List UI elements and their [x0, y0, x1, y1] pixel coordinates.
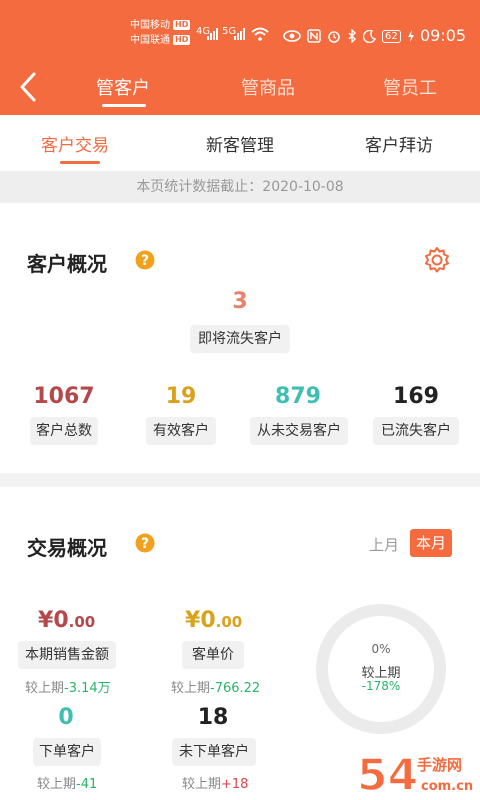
total-customers-label[interactable]: 客户总数 — [30, 417, 98, 445]
tab-manage-staff[interactable]: 管员工 — [383, 74, 437, 100]
app-screen: 中国移动 HD 中国联通 HD 4G 5G 62 09:05 管客户 管商品 管… — [0, 0, 480, 800]
ring-delta: -178% — [361, 679, 401, 693]
compare-label: 较上期 — [25, 681, 65, 696]
signal-icon-2 — [234, 28, 245, 40]
active-subtab-indicator — [60, 161, 100, 164]
unit-price-compare: 较上期-766.22 — [171, 677, 260, 696]
svg-text:com.cn: com.cn — [421, 779, 473, 794]
moon-icon — [363, 29, 376, 43]
site-watermark-logo: 54 手游网 com.cn — [356, 749, 473, 800]
charging-icon — [407, 30, 414, 42]
hd-badge-1: HD — [173, 20, 191, 30]
losing-customers-value: 3 — [232, 289, 248, 314]
carrier-1: 中国移动 — [130, 20, 170, 31]
ordered-customers-label[interactable]: 下单客户 — [33, 738, 101, 766]
valid-customers-value: 19 — [165, 384, 197, 409]
nfc-icon — [307, 29, 321, 43]
sales-amount-dec: .00 — [68, 613, 96, 631]
never-traded-label[interactable]: 从未交易客户 — [250, 417, 348, 445]
ordered-customers-value: 0 — [58, 705, 74, 730]
compare-label: 较上期 — [37, 777, 77, 792]
ordered-compare: 较上期-41 — [37, 773, 97, 792]
unit-price-compare-value: -766.22 — [210, 681, 261, 696]
status-icons: 62 — [283, 27, 415, 45]
period-last-month[interactable]: 上月 — [369, 534, 399, 555]
help-icon[interactable]: ? — [135, 250, 155, 270]
currency-symbol: ¥ — [38, 608, 54, 633]
not-ordered-label[interactable]: 未下单客户 — [172, 738, 256, 766]
tab-manage-products[interactable]: 管商品 — [241, 74, 295, 100]
svg-text:手游网: 手游网 — [417, 756, 462, 774]
active-tab-indicator — [102, 104, 146, 107]
status-bar: 中国移动 HD 中国联通 HD 4G 5G 62 09:05 — [0, 18, 480, 54]
trade-overview-title: 交易概况 — [27, 536, 107, 560]
compare-label: 较上期 — [182, 777, 222, 792]
lost-customers-value: 169 — [393, 384, 439, 409]
compare-label: 较上期 — [171, 681, 211, 696]
customer-overview-card: 客户概况 ? 3 即将流失客户 1067 客户总数 19 有效客户 879 从未… — [0, 203, 480, 473]
valid-customers-label[interactable]: 有效客户 — [146, 417, 216, 445]
sales-compare-value: -3.14万 — [64, 681, 111, 696]
sales-amount-int: 0 — [53, 608, 69, 633]
carrier-info: 中国移动 HD 中国联通 HD — [130, 18, 191, 48]
not-ordered-value: 18 — [197, 705, 229, 730]
ring-percent: 0% — [371, 642, 391, 656]
top-nav: 管客户 管商品 管员工 — [0, 70, 480, 108]
subtab-customer-trade[interactable]: 客户交易 — [41, 131, 109, 156]
hd-badge-2: HD — [173, 35, 191, 45]
sales-compare: 较上期-3.14万 — [25, 677, 111, 696]
unit-price-int: 0 — [200, 608, 216, 633]
svg-text:?: ? — [141, 253, 149, 269]
clock: 09:05 — [420, 26, 467, 45]
never-traded-value: 879 — [275, 384, 321, 409]
ordered-compare-value: -41 — [76, 777, 98, 792]
wifi-icon — [251, 27, 269, 41]
total-customers-value: 1067 — [33, 384, 95, 409]
svg-text:54: 54 — [357, 750, 418, 800]
help-icon[interactable]: ? — [135, 533, 155, 553]
bluetooth-icon — [348, 29, 356, 43]
subtab-new-customer[interactable]: 新客管理 — [206, 131, 274, 156]
period-current-month[interactable]: 本月 — [410, 529, 453, 557]
unit-price-dec: .00 — [215, 613, 243, 631]
lost-customers-label[interactable]: 已流失客户 — [373, 417, 459, 445]
customer-overview-title: 客户概况 — [27, 252, 107, 276]
app-header: 中国移动 HD 中国联通 HD 4G 5G 62 09:05 管客户 管商品 管… — [0, 0, 480, 115]
svg-text:?: ? — [141, 536, 149, 552]
unit-price-amount: ¥0.00 — [185, 608, 242, 633]
unit-price-label[interactable]: 客单价 — [182, 641, 244, 669]
signal-icon-1 — [207, 28, 218, 40]
battery-level: 62 — [382, 29, 401, 43]
alarm-icon — [328, 31, 340, 43]
stat-cutoff-date: 本页统计数据截止：2020-10-08 — [0, 171, 480, 203]
currency-symbol: ¥ — [185, 608, 201, 633]
settings-gear-icon[interactable] — [423, 246, 451, 274]
subtab-customer-visit[interactable]: 客户拜访 — [365, 131, 433, 156]
sub-tabs: 客户交易 新客管理 客户拜访 — [0, 115, 480, 171]
tab-manage-customers[interactable]: 管客户 — [96, 74, 150, 100]
losing-customers-label[interactable]: 即将流失客户 — [190, 325, 290, 353]
sales-amount: ¥0.00 — [38, 608, 95, 633]
not-ordered-compare-value: +18 — [221, 777, 249, 792]
carrier-2: 中国联通 — [130, 35, 170, 46]
eye-icon — [283, 30, 301, 42]
sales-amount-label[interactable]: 本期销售金额 — [18, 641, 116, 669]
back-arrow-icon[interactable] — [16, 70, 42, 104]
not-ordered-compare: 较上期+18 — [182, 773, 248, 792]
